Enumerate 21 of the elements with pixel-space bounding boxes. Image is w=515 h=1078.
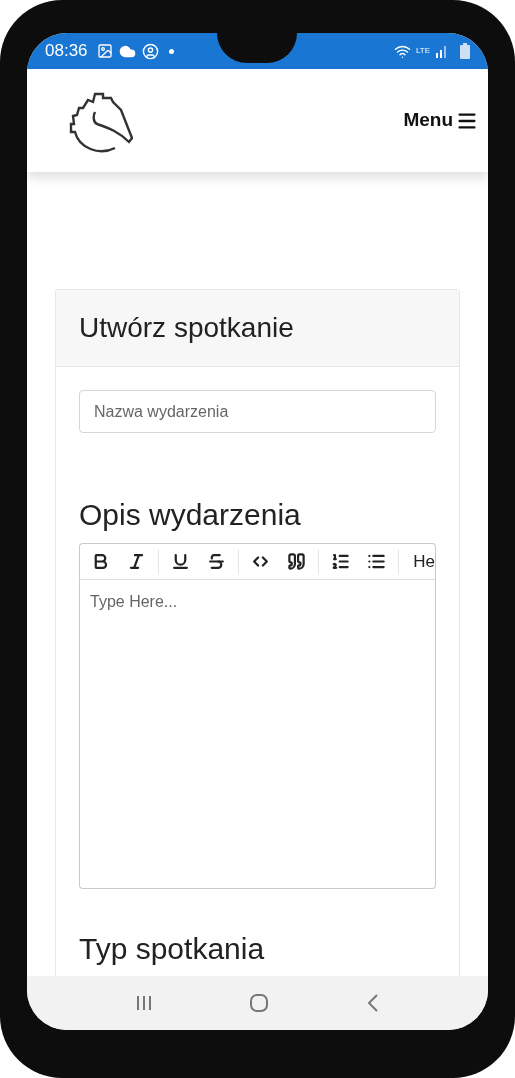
menu-button[interactable]: Menu	[403, 106, 478, 135]
network-label: LTE	[415, 47, 430, 55]
quote-icon	[286, 552, 306, 571]
event-name-field[interactable]: Nazwa wydarzenia	[79, 390, 436, 433]
ordered-list-icon	[331, 552, 351, 571]
card-title: Utwórz spotkanie	[79, 311, 294, 345]
underline-icon	[171, 552, 191, 571]
bullet-list-icon	[366, 552, 386, 571]
section-heading: Typ spotkania	[79, 931, 266, 967]
recent-apps-icon[interactable]	[135, 995, 152, 1011]
battery-icon	[460, 43, 470, 59]
strikethrough-icon	[206, 552, 226, 571]
section-heading: Opis wydarzenia	[79, 497, 302, 533]
status-time: 08:36	[45, 40, 88, 63]
home-icon[interactable]	[249, 993, 270, 1013]
account-icon	[141, 42, 159, 60]
back-icon[interactable]	[367, 994, 380, 1012]
image-icon	[96, 43, 113, 59]
editor-text-area[interactable]: Type Here...	[79, 580, 436, 889]
signal-icon	[435, 44, 449, 58]
heading-button[interactable]: He	[403, 544, 435, 579]
